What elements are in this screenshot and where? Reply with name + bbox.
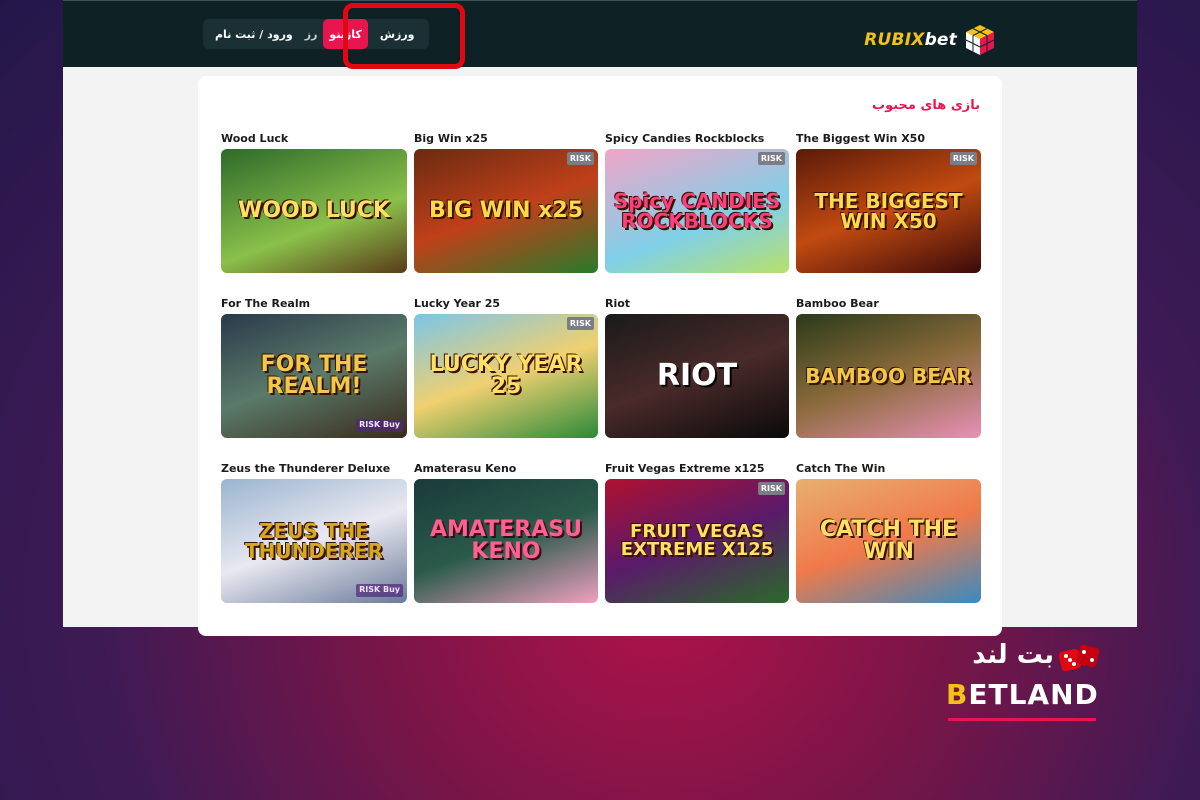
risk-badge: RISK: [949, 152, 977, 165]
game-card[interactable]: Fruit Vegas Extreme x125 FRUIT VEGAS EXT…: [605, 462, 789, 603]
thumb-text: BIG WIN x25: [429, 198, 583, 223]
brand-text: RUBIXbet: [864, 30, 957, 50]
highlight-box: [343, 3, 465, 69]
thumb-text: FRUIT VEGAS EXTREME X125: [620, 521, 774, 560]
game-card[interactable]: Big Win x25 BIG WIN x25 RISK: [414, 132, 598, 273]
games-grid: Wood Luck WOOD LUCK Big Win x25 BIG WIN …: [221, 132, 981, 603]
risk-badge: RISK: [566, 152, 594, 165]
watermark-fa-text: بت لند: [972, 640, 1054, 670]
thumb-text: WOOD LUCK: [238, 198, 390, 223]
game-thumbnail[interactable]: CATCH THE WIN: [796, 479, 981, 603]
nav-partial-label: رز: [304, 27, 318, 41]
game-card[interactable]: Riot RIOT: [605, 297, 789, 438]
brand-logo[interactable]: RUBIXbet: [864, 23, 997, 57]
game-title: Riot: [605, 297, 631, 310]
top-navbar: ورود / ثبت نام رز کازینو ورزش RUBIXbet: [63, 0, 1137, 67]
game-thumbnail[interactable]: THE BIGGEST WIN X50 RISK: [796, 149, 981, 273]
thumb-text: AMATERASU KENO: [430, 517, 582, 564]
game-card[interactable]: Amaterasu Keno AMATERASU KENO: [414, 462, 598, 603]
game-card[interactable]: For The Realm FOR THE REALM! RISK Buy: [221, 297, 407, 438]
thumb-text: Spicy CANDIES ROCKBLOCKS: [613, 189, 781, 233]
thumb-text: ZEUS THE THUNDERER: [244, 519, 384, 563]
game-thumbnail[interactable]: ZEUS THE THUNDERER RISK Buy: [221, 479, 407, 603]
game-card[interactable]: Lucky Year 25 LUCKY YEAR 25 RISK: [414, 297, 598, 438]
thumb-text: RIOT: [656, 358, 738, 393]
rubik-cube-icon: [965, 25, 995, 55]
game-thumbnail[interactable]: FOR THE REALM! RISK Buy: [221, 314, 407, 438]
game-title: Bamboo Bear: [796, 297, 879, 310]
section-title: بازی های محبوب: [872, 98, 980, 113]
game-thumbnail[interactable]: Spicy CANDIES ROCKBLOCKS RISK: [605, 149, 789, 273]
game-thumbnail[interactable]: AMATERASU KENO: [414, 479, 598, 603]
game-thumbnail[interactable]: BAMBOO BEAR: [796, 314, 981, 438]
risk-badge: RISK: [757, 152, 785, 165]
risk-buy-badge: RISK Buy: [356, 584, 403, 597]
game-title: Fruit Vegas Extreme x125: [605, 462, 765, 475]
watermark-underline: [948, 718, 1096, 721]
game-thumbnail[interactable]: LUCKY YEAR 25 RISK: [414, 314, 598, 438]
popular-games-panel: بازی های محبوب Wood Luck WOOD LUCK Big W…: [198, 76, 1002, 636]
game-card[interactable]: Spicy Candies Rockblocks Spicy CANDIES R…: [605, 132, 789, 273]
betland-watermark: بت لند BETLAND: [946, 640, 1102, 726]
game-title: For The Realm: [221, 297, 311, 310]
game-title: Catch The Win: [796, 462, 886, 475]
risk-buy-badge: RISK Buy: [356, 419, 403, 432]
game-title: Wood Luck: [221, 132, 289, 145]
game-thumbnail[interactable]: RIOT: [605, 314, 789, 438]
game-card[interactable]: Zeus the Thunderer Deluxe ZEUS THE THUND…: [221, 462, 407, 603]
thumb-text: FOR THE REALM!: [260, 352, 368, 399]
game-title: Big Win x25: [414, 132, 488, 145]
thumb-text: THE BIGGEST WIN X50: [814, 189, 963, 233]
game-card[interactable]: Catch The Win CATCH THE WIN: [796, 462, 981, 603]
game-card[interactable]: The Biggest Win X50 THE BIGGEST WIN X50 …: [796, 132, 981, 273]
login-register-button[interactable]: ورود / ثبت نام: [209, 19, 299, 49]
game-title: The Biggest Win X50: [796, 132, 925, 145]
thumb-text: LUCKY YEAR 25: [429, 352, 583, 399]
game-card[interactable]: Bamboo Bear BAMBOO BEAR: [796, 297, 981, 438]
thumb-text: BAMBOO BEAR: [805, 364, 972, 388]
risk-badge: RISK: [566, 317, 594, 330]
game-thumbnail[interactable]: FRUIT VEGAS EXTREME X125 RISK: [605, 479, 789, 603]
dice-icon: [1058, 644, 1100, 672]
game-thumbnail[interactable]: WOOD LUCK: [221, 149, 407, 273]
risk-badge: RISK: [757, 482, 785, 495]
watermark-en-text: BETLAND: [946, 678, 1099, 711]
game-title: Amaterasu Keno: [414, 462, 517, 475]
thumb-text: CATCH THE WIN: [819, 517, 958, 564]
game-card[interactable]: Wood Luck WOOD LUCK: [221, 132, 407, 273]
game-thumbnail[interactable]: BIG WIN x25 RISK: [414, 149, 598, 273]
game-title: Lucky Year 25: [414, 297, 501, 310]
game-title: Zeus the Thunderer Deluxe: [221, 462, 391, 475]
game-title: Spicy Candies Rockblocks: [605, 132, 765, 145]
